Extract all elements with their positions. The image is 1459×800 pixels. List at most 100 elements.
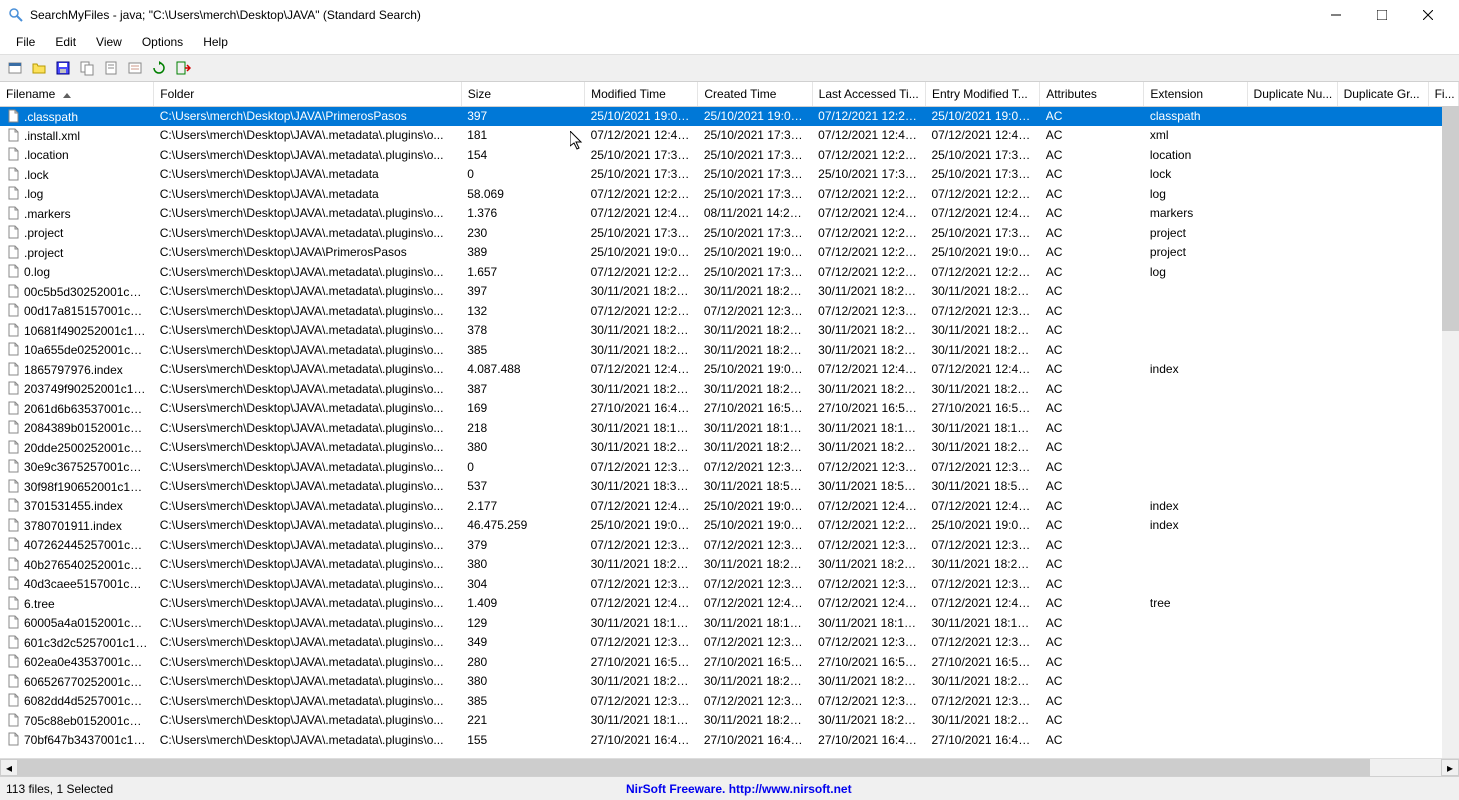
menu-view[interactable]: View — [86, 32, 132, 52]
table-row[interactable]: 2061d6b63537001c1b7...C:\Users\merch\Des… — [0, 399, 1459, 419]
cell-atime: 07/12/2021 12:45... — [812, 126, 925, 146]
cell-ctime: 27/10/2021 16:55... — [698, 652, 812, 672]
table-row[interactable]: 601c3d2c5257001c1ea...C:\Users\merch\Des… — [0, 633, 1459, 653]
close-button[interactable] — [1405, 0, 1451, 30]
table-row[interactable]: 0.logC:\Users\merch\Desktop\JAVA\.metada… — [0, 262, 1459, 282]
cell-mtime: 30/11/2021 18:28... — [585, 379, 698, 399]
column-attributes[interactable]: Attributes — [1040, 82, 1144, 106]
cell-size: 0 — [461, 457, 584, 477]
table-row[interactable]: 6082dd4d5257001c1ea...C:\Users\merch\Des… — [0, 691, 1459, 711]
properties-button[interactable] — [124, 57, 146, 79]
table-row[interactable]: 00c5b5d30252001c123...C:\Users\merch\Des… — [0, 282, 1459, 302]
open-folder-button[interactable] — [28, 57, 50, 79]
copy-one-button[interactable] — [100, 57, 122, 79]
table-row[interactable]: 705c88eb0152001c123...C:\Users\merch\Des… — [0, 711, 1459, 731]
cell-dupgrp — [1337, 613, 1428, 633]
table-row[interactable]: 407262445257001c1ea...C:\Users\merch\Des… — [0, 535, 1459, 555]
results-table[interactable]: Filename Folder Size Modified Time Creat… — [0, 82, 1459, 750]
table-row[interactable]: .install.xmlC:\Users\merch\Desktop\JAVA\… — [0, 126, 1459, 146]
scroll-left-arrow[interactable]: ◂ — [0, 759, 18, 776]
search-options-button[interactable] — [4, 57, 26, 79]
cell-mtime: 07/12/2021 12:38... — [585, 535, 698, 555]
table-row[interactable]: 6.treeC:\Users\merch\Desktop\JAVA\.metad… — [0, 594, 1459, 614]
table-row[interactable]: .projectC:\Users\merch\Desktop\JAVA\Prim… — [0, 243, 1459, 263]
column-entry-modified-time[interactable]: Entry Modified T... — [925, 82, 1039, 106]
vertical-scrollbar-thumb[interactable] — [1442, 106, 1459, 331]
table-row[interactable]: .projectC:\Users\merch\Desktop\JAVA\.met… — [0, 223, 1459, 243]
table-row[interactable]: 40b276540252001c123...C:\Users\merch\Des… — [0, 555, 1459, 575]
cell-attr: AC — [1040, 126, 1144, 146]
status-link[interactable]: NirSoft Freeware. http://www.nirsoft.net — [626, 782, 852, 796]
cell-emtime: 27/10/2021 16:53... — [925, 399, 1039, 419]
table-row[interactable]: 3701531455.indexC:\Users\merch\Desktop\J… — [0, 496, 1459, 516]
column-duplicate-number[interactable]: Duplicate Nu... — [1247, 82, 1337, 106]
menu-file[interactable]: File — [6, 32, 45, 52]
cell-ctime: 25/10/2021 17:36... — [698, 184, 812, 204]
cell-dupnum — [1247, 730, 1337, 750]
horizontal-scrollbar[interactable]: ◂ ▸ — [0, 758, 1459, 776]
column-created-time[interactable]: Created Time — [698, 82, 812, 106]
table-row[interactable]: 10a655de0252001c123...C:\Users\merch\Des… — [0, 340, 1459, 360]
cell-ext: log — [1144, 184, 1247, 204]
menu-help[interactable]: Help — [193, 32, 238, 52]
table-row[interactable]: 602ea0e43537001c1b7...C:\Users\merch\Des… — [0, 652, 1459, 672]
cell-ctime: 07/12/2021 12:38... — [698, 535, 812, 555]
copy-button[interactable] — [76, 57, 98, 79]
cell-mtime: 27/10/2021 16:44... — [585, 730, 698, 750]
cell-ctime: 25/10/2021 17:37... — [698, 126, 812, 146]
table-row[interactable]: .markersC:\Users\merch\Desktop\JAVA\.met… — [0, 204, 1459, 224]
cell-filename: .project — [0, 223, 154, 243]
cell-dupnum — [1247, 691, 1337, 711]
cell-attr: AC — [1040, 477, 1144, 497]
cell-ctime: 30/11/2021 18:25... — [698, 672, 812, 692]
column-last-accessed-time[interactable]: Last Accessed Ti... — [812, 82, 925, 106]
scroll-right-arrow[interactable]: ▸ — [1441, 759, 1459, 776]
maximize-button[interactable] — [1359, 0, 1405, 30]
menu-options[interactable]: Options — [132, 32, 193, 52]
refresh-button[interactable] — [148, 57, 170, 79]
table-row[interactable]: .logC:\Users\merch\Desktop\JAVA\.metadat… — [0, 184, 1459, 204]
table-row[interactable]: 00d17a815157001c1ea...C:\Users\merch\Des… — [0, 301, 1459, 321]
column-folder[interactable]: Folder — [154, 82, 461, 106]
column-filename[interactable]: Filename — [0, 82, 154, 106]
cell-emtime: 30/11/2021 18:21... — [925, 711, 1039, 731]
column-size[interactable]: Size — [461, 82, 584, 106]
cell-filename: 0.log — [0, 262, 154, 282]
column-duplicate-group[interactable]: Duplicate Gr... — [1337, 82, 1428, 106]
minimize-button[interactable] — [1313, 0, 1359, 30]
table-row[interactable]: .locationC:\Users\merch\Desktop\JAVA\.me… — [0, 145, 1459, 165]
table-row[interactable]: 20dde2500252001c123...C:\Users\merch\Des… — [0, 438, 1459, 458]
save-button[interactable] — [52, 57, 74, 79]
table-row[interactable]: 606526770252001c123...C:\Users\merch\Des… — [0, 672, 1459, 692]
cell-mtime: 25/10/2021 19:08... — [585, 243, 698, 263]
table-row[interactable]: .classpathC:\Users\merch\Desktop\JAVA\Pr… — [0, 106, 1459, 126]
menu-edit[interactable]: Edit — [45, 32, 86, 52]
cell-atime: 07/12/2021 12:22... — [812, 243, 925, 263]
table-row[interactable]: 30e9c3675257001c1ea...C:\Users\merch\Des… — [0, 457, 1459, 477]
cell-size: 154 — [461, 145, 584, 165]
cell-ctime: 07/12/2021 12:33... — [698, 301, 812, 321]
column-modified-time[interactable]: Modified Time — [585, 82, 698, 106]
table-row[interactable]: 70bf647b3437001c1b7...C:\Users\merch\Des… — [0, 730, 1459, 750]
exit-button[interactable] — [172, 57, 194, 79]
column-fi[interactable]: Fi... — [1428, 82, 1458, 106]
table-row[interactable]: 3780701911.indexC:\Users\merch\Desktop\J… — [0, 516, 1459, 536]
cell-folder: C:\Users\merch\Desktop\JAVA\.metadata\.p… — [154, 691, 461, 711]
vertical-scrollbar[interactable] — [1442, 106, 1459, 758]
cell-atime: 07/12/2021 12:23... — [812, 262, 925, 282]
cell-filename: 6.tree — [0, 594, 154, 614]
table-row[interactable]: 40d3caee5157001c1ea...C:\Users\merch\Des… — [0, 574, 1459, 594]
table-row[interactable]: 203749f90252001c123...C:\Users\merch\Des… — [0, 379, 1459, 399]
column-extension[interactable]: Extension — [1144, 82, 1247, 106]
cell-emtime: 30/11/2021 18:24... — [925, 438, 1039, 458]
table-row[interactable]: .lockC:\Users\merch\Desktop\JAVA\.metada… — [0, 165, 1459, 185]
horizontal-scrollbar-thumb[interactable] — [18, 759, 1370, 776]
table-row[interactable]: 2084389b0152001c123...C:\Users\merch\Des… — [0, 418, 1459, 438]
table-row[interactable]: 60005a4a0152001c123...C:\Users\merch\Des… — [0, 613, 1459, 633]
cell-ext — [1144, 555, 1247, 575]
cell-mtime: 07/12/2021 12:45... — [585, 496, 698, 516]
table-row[interactable]: 1865797976.indexC:\Users\merch\Desktop\J… — [0, 360, 1459, 380]
table-row[interactable]: 30f98f190652001c1234...C:\Users\merch\De… — [0, 477, 1459, 497]
cell-atime: 07/12/2021 12:33... — [812, 301, 925, 321]
table-row[interactable]: 10681f490252001c123...C:\Users\merch\Des… — [0, 321, 1459, 341]
